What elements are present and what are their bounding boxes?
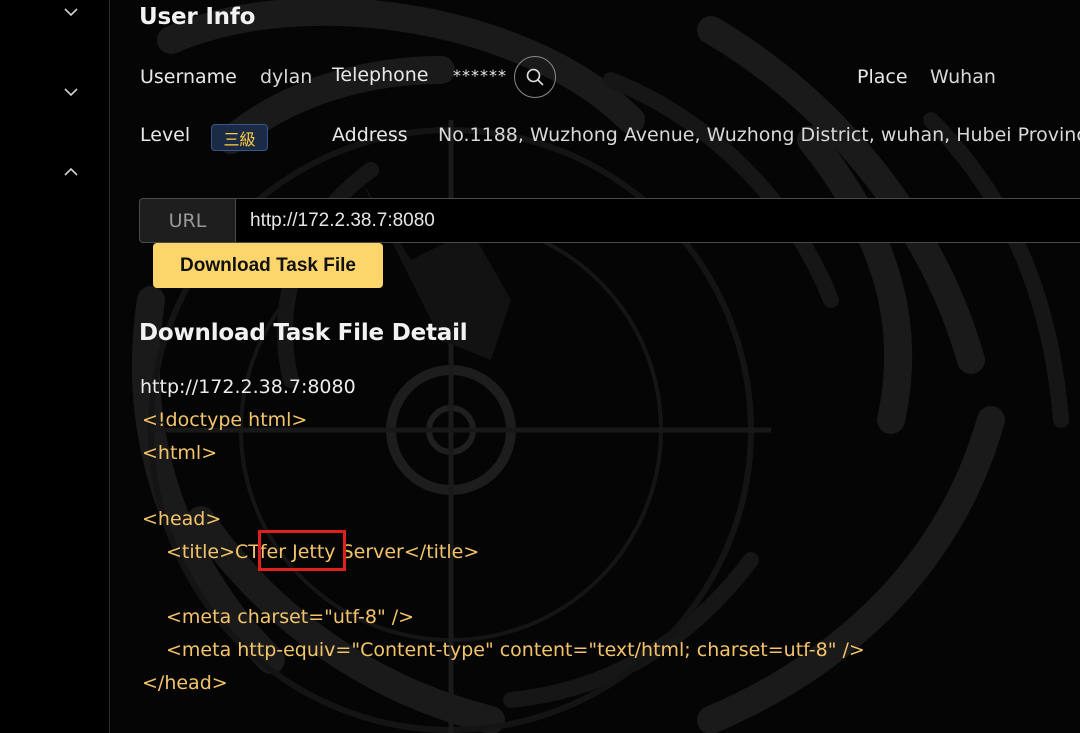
main-content: User Info Username dylan Telephone *****…	[111, 0, 1080, 733]
code-line: <head>	[142, 508, 222, 530]
username-value: dylan	[260, 66, 313, 88]
code-line: <meta charset="utf-8" />	[166, 606, 415, 628]
code-line: <html>	[142, 442, 218, 464]
sidebar	[0, 0, 110, 733]
username-label: Username	[140, 66, 237, 88]
search-icon	[526, 68, 544, 86]
chevron-up-icon[interactable]	[63, 164, 79, 180]
code-line: <meta http-equiv="Content-type" content=…	[166, 639, 865, 661]
download-task-file-button[interactable]: Download Task File	[153, 243, 383, 288]
level-badge: 三級	[211, 124, 268, 151]
level-label: Level	[140, 124, 191, 146]
address-label: Address	[332, 124, 408, 146]
telephone-label: Telephone	[332, 64, 429, 86]
place-value: Wuhan	[930, 66, 996, 88]
app-window: User Info Username dylan Telephone *****…	[0, 0, 1080, 733]
user-info-title: User Info	[139, 4, 256, 30]
place-label: Place	[857, 66, 908, 88]
chevron-down-icon[interactable]	[63, 4, 79, 20]
url-input-group: URL	[139, 198, 1080, 243]
url-input[interactable]	[236, 198, 1080, 243]
address-value: No.1188, Wuzhong Avenue, Wuzhong Distric…	[438, 124, 1080, 146]
detail-title: Download Task File Detail	[139, 320, 468, 346]
reveal-telephone-button[interactable]	[514, 56, 556, 98]
url-addon-label: URL	[139, 198, 236, 243]
chevron-down-icon[interactable]	[63, 84, 79, 100]
annotation-highlight-box	[258, 530, 346, 571]
detail-source-url: http://172.2.38.7:8080	[140, 376, 356, 398]
telephone-value: ******	[453, 66, 507, 85]
code-line: <!doctype html>	[142, 409, 308, 431]
code-line: </head>	[142, 672, 228, 694]
